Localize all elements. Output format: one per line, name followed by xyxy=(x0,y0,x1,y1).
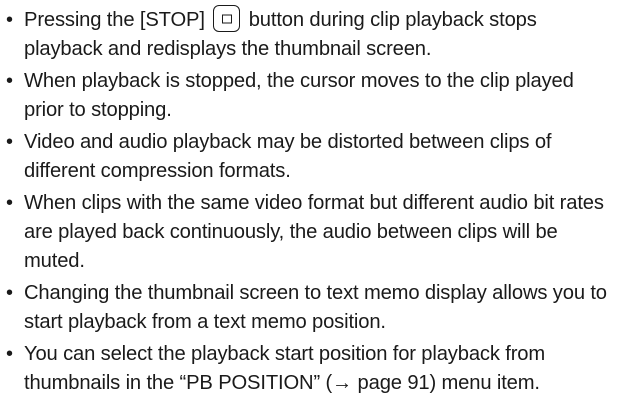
bullet: • xyxy=(6,131,13,153)
note-text: You can select the playback start positi… xyxy=(24,343,546,394)
manual-page: • Pressing the [STOP] button during clip… xyxy=(0,0,618,408)
note-item: • You can select the playback start posi… xyxy=(4,340,612,398)
bullet: • xyxy=(6,343,13,365)
note-text: When clips with the same video format bu… xyxy=(24,192,604,272)
notes-list: • Pressing the [STOP] button during clip… xyxy=(4,5,612,398)
note-item: • Video and audio playback may be distor… xyxy=(4,128,612,186)
stop-square-icon xyxy=(221,14,232,24)
bullet: • xyxy=(6,70,13,92)
note-text: Changing the thumbnail screen to text me… xyxy=(24,282,607,333)
note-item: • Pressing the [STOP] button during clip… xyxy=(4,5,612,64)
bullet: • xyxy=(6,282,13,304)
note-text-before-icon: Pressing the [STOP] xyxy=(24,9,205,31)
bullet: • xyxy=(6,9,13,31)
note-item: • When playback is stopped, the cursor m… xyxy=(4,67,612,125)
note-item: • When clips with the same video format … xyxy=(4,189,612,276)
bullet: • xyxy=(6,192,13,214)
stop-button-icon xyxy=(213,5,241,33)
note-text: Video and audio playback may be distorte… xyxy=(24,131,552,182)
note-text: When playback is stopped, the cursor mov… xyxy=(24,70,574,121)
note-item: • Changing the thumbnail screen to text … xyxy=(4,279,612,337)
